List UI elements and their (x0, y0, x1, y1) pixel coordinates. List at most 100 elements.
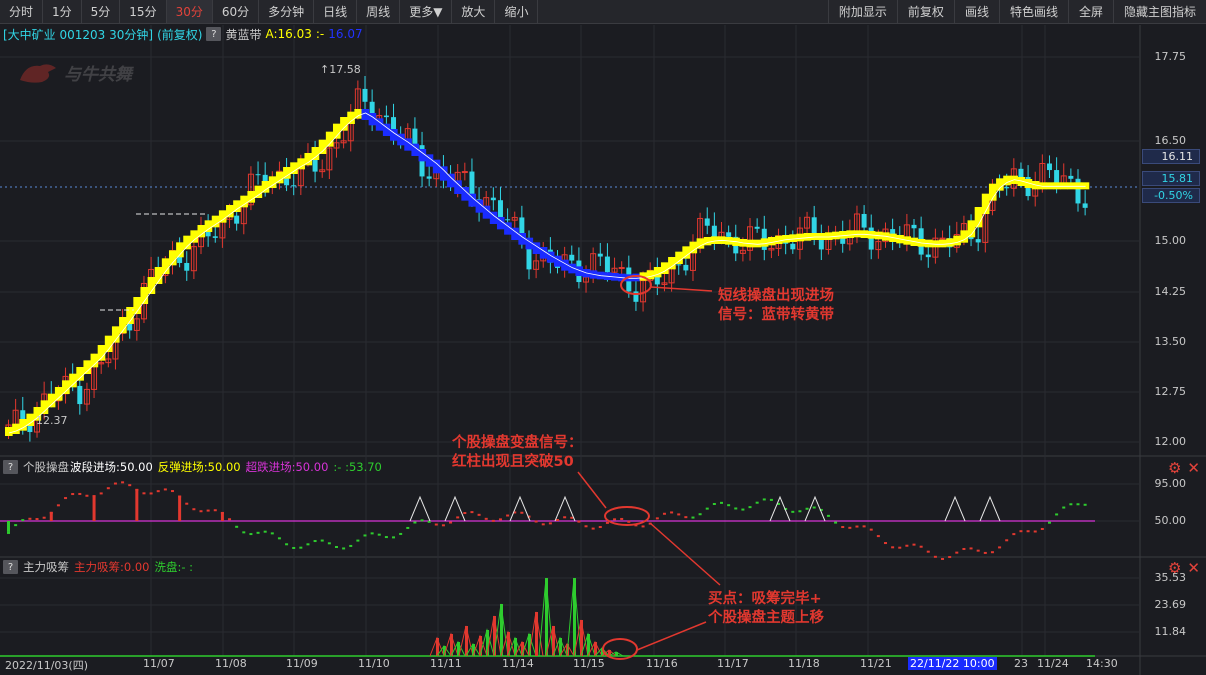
dot-mark (691, 516, 695, 519)
toolbar-action-2[interactable]: 画线 (953, 0, 999, 23)
dot-mark (235, 525, 239, 528)
low-price-label: 12.37 (36, 414, 68, 427)
period-tab-10[interactable]: 放大 (452, 0, 496, 23)
period-tab-0[interactable]: 分时 (0, 0, 44, 23)
period-tab-1[interactable]: 1分 (43, 0, 82, 23)
dot-mark (277, 537, 281, 540)
dot-mark (384, 536, 388, 539)
dot-mark (869, 528, 873, 531)
candle-up (461, 171, 468, 174)
date-axis-label: 22/11/22 10:00 (908, 657, 997, 670)
dot-mark (263, 530, 267, 533)
dot-mark (983, 551, 987, 554)
date-axis-label: 11/17 (717, 657, 749, 670)
close-icon[interactable]: ✕ (1187, 459, 1200, 477)
period-tab-5[interactable]: 60分 (213, 0, 260, 23)
yellow-band-segment (853, 230, 862, 238)
pane2-help-button[interactable]: ? (3, 460, 18, 474)
dot-mark (85, 494, 89, 497)
price-axis-label: 12.00 (1154, 435, 1187, 448)
candle-down (726, 232, 732, 237)
candle-down (975, 239, 981, 243)
pane2-wave: 波段进场:50.00 (70, 460, 153, 474)
period-tab-3[interactable]: 15分 (120, 0, 167, 23)
yellow-band-segment (782, 235, 790, 243)
dot-mark (677, 513, 681, 516)
yellow-band-segment (839, 231, 847, 239)
period-tab-8[interactable]: 周线 (357, 0, 401, 23)
yellow-band-segment (682, 246, 690, 259)
indicator-a-value: A:16.03 (265, 27, 312, 41)
settings-gear-icon[interactable]: ⚙ (1168, 459, 1181, 477)
triangle-marker (444, 495, 466, 522)
yellow-band-segment (946, 238, 954, 247)
dot-mark (441, 524, 445, 527)
date-axis-label: 2022/11/03(四) (5, 659, 88, 672)
yellow-band-segment (261, 181, 270, 193)
period-tab-6[interactable]: 多分钟 (259, 0, 315, 23)
pane2-oversold: 超跌进场:50.00 (245, 460, 329, 474)
pane3-header: ? 主力吸筹 主力吸筹:0.00 洗盘:- : (3, 559, 193, 575)
period-tab-4[interactable]: 30分 (166, 0, 213, 23)
period-tab-9[interactable]: 更多▼ (400, 0, 453, 23)
dot-mark (313, 540, 317, 543)
yellow-band-segment (1067, 182, 1075, 190)
dot-mark (156, 490, 160, 493)
yellow-band-segment (275, 171, 284, 184)
annotation-text: 信号：蓝带转黄带 (718, 307, 834, 323)
toolbar-action-4[interactable]: 全屏 (1067, 0, 1113, 23)
yellow-band-segment (939, 239, 947, 248)
price-axis-label: 17.75 (1154, 50, 1187, 63)
toolbar-action-3[interactable]: 特色画线 (998, 0, 1068, 23)
dot-mark (584, 525, 588, 528)
dot-mark (249, 533, 253, 536)
period-tab-2[interactable]: 5分 (82, 0, 121, 23)
yellow-band-segment (254, 185, 263, 198)
dot-mark (598, 526, 602, 529)
yellow-band-segment (803, 233, 812, 241)
dot-mark (563, 516, 567, 519)
dot-mark (7, 531, 10, 534)
candle-down (754, 226, 760, 229)
yellow-band-segment (204, 220, 213, 232)
period-tab-7[interactable]: 日线 (314, 0, 358, 23)
candle-down (683, 264, 689, 271)
dot-mark (591, 527, 595, 530)
yellow-band-segment (646, 270, 655, 280)
annotation-arrow (577, 471, 607, 509)
dot-mark (270, 532, 274, 535)
dot-mark (769, 498, 773, 501)
period-tab-11[interactable]: 缩小 (495, 0, 539, 23)
yellow-band-segment (218, 210, 227, 223)
dot-mark (320, 539, 324, 542)
dot-mark (106, 487, 110, 490)
yellow-band-segment (183, 235, 191, 250)
toolbar-action-0[interactable]: 附加显示 (827, 0, 897, 23)
close-icon[interactable]: ✕ (1187, 559, 1200, 577)
yellow-band-segment (668, 257, 676, 270)
dot-mark (28, 517, 32, 520)
dot-mark (926, 550, 930, 553)
dot-mark (349, 544, 353, 547)
candle-down (861, 213, 867, 228)
toolbar-action-1[interactable]: 前复权 (896, 0, 954, 23)
annotation-text: 红柱出现且突破50 (452, 454, 574, 470)
yellow-band-segment (311, 147, 320, 160)
date-axis-label: 11/08 (215, 657, 247, 670)
yellow-band-segment (5, 427, 13, 436)
dot-mark (363, 534, 367, 537)
candle-down (1004, 187, 1010, 189)
yellow-band-segment (83, 360, 92, 374)
dot-mark (1076, 503, 1080, 506)
pane3-name: 主力吸筹 (23, 560, 69, 574)
candle-down (676, 264, 682, 266)
pane3-help-button[interactable]: ? (3, 560, 18, 574)
yellow-band-segment (767, 237, 776, 246)
yellow-band-segment (47, 393, 56, 408)
yellow-band-segment (62, 380, 70, 394)
pane3-axis-label: 35.53 (1154, 571, 1187, 584)
help-button[interactable]: ? (206, 27, 222, 41)
annotation-text: 个股操盘变盘信号： (452, 435, 583, 451)
dot-mark (712, 502, 716, 505)
toolbar-action-5[interactable]: 隐藏主图指标 (1112, 0, 1206, 23)
